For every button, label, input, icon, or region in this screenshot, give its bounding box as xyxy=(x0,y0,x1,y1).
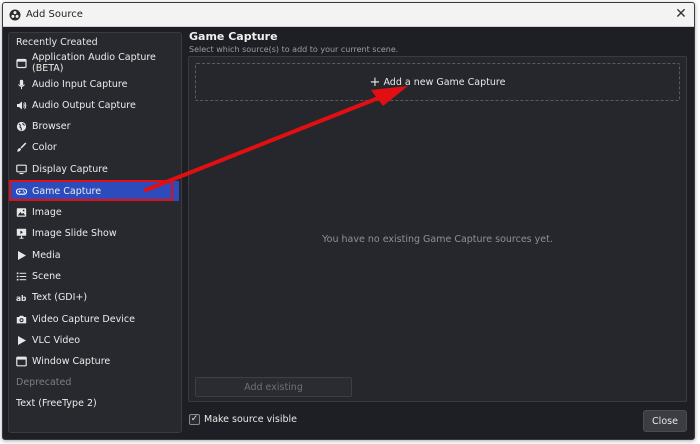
make-visible-label: Make source visible xyxy=(204,414,297,425)
list-item-label: Audio Output Capture xyxy=(32,99,136,111)
text-icon: ab xyxy=(16,292,27,303)
list-item-label: Audio Input Capture xyxy=(32,78,128,90)
list-item-image-slide-show[interactable]: Image Slide Show xyxy=(9,223,179,243)
section-recently-created: Recently Created xyxy=(16,37,98,48)
list-item-display-capture[interactable]: Display Capture xyxy=(9,159,179,179)
slideshow-icon xyxy=(16,228,27,239)
svg-text:ab: ab xyxy=(16,294,27,303)
plus-icon: + xyxy=(369,74,381,90)
list-item-audio-input-capture[interactable]: Audio Input Capture xyxy=(9,74,179,94)
page-subtitle: Select which source(s) to add to your cu… xyxy=(189,45,399,54)
list-item-text-freetype2[interactable]: Text (FreeType 2) xyxy=(9,393,179,413)
list-icon xyxy=(16,271,27,282)
add-new-source-button[interactable]: + Add a new Game Capture xyxy=(195,63,680,101)
list-item-text-gdi[interactable]: ab Text (GDI+) xyxy=(9,287,179,307)
list-item-label: Text (FreeType 2) xyxy=(16,397,97,409)
list-item-label: Application Audio Capture (BETA) xyxy=(32,52,156,74)
list-item-label: Text (GDI+) xyxy=(32,291,88,303)
list-item-label: Media xyxy=(32,249,61,261)
close-icon[interactable]: ✕ xyxy=(673,6,689,22)
add-existing-label: Add existing xyxy=(244,381,303,393)
list-item-scene[interactable]: Scene xyxy=(9,266,179,286)
list-item-label: Window Capture xyxy=(32,355,111,367)
add-existing-button[interactable]: Add existing xyxy=(195,377,352,397)
list-item-label: Color xyxy=(32,141,57,153)
annotation-highlight-box xyxy=(9,180,173,201)
make-visible-checkbox[interactable]: ✓ xyxy=(189,414,200,425)
list-item-label: Scene xyxy=(32,270,61,282)
list-item-label: VLC Video xyxy=(32,334,81,346)
list-item-audio-output-capture[interactable]: Audio Output Capture xyxy=(9,95,179,115)
section-deprecated: Deprecated xyxy=(16,377,72,388)
list-item-video-capture-device[interactable]: Video Capture Device xyxy=(9,309,179,329)
monitor-icon xyxy=(16,164,27,175)
make-visible-row[interactable]: ✓ Make source visible xyxy=(189,414,297,425)
camera-icon xyxy=(16,314,27,325)
globe-icon xyxy=(16,121,27,132)
existing-sources-panel xyxy=(188,56,687,402)
list-item-application-audio-capture[interactable]: Application Audio Capture (BETA) xyxy=(9,52,179,74)
play-icon xyxy=(16,250,27,261)
app-window-icon xyxy=(16,58,27,69)
add-new-label: Add a new Game Capture xyxy=(383,76,506,88)
empty-state-message: You have no existing Game Capture source… xyxy=(322,234,553,245)
list-item-label: Browser xyxy=(32,120,71,132)
obs-logo-icon xyxy=(9,9,21,21)
paintbrush-icon xyxy=(16,141,27,153)
list-item-window-capture[interactable]: Window Capture xyxy=(9,351,179,371)
microphone-icon xyxy=(16,79,27,90)
list-item-label: Image Slide Show xyxy=(32,227,117,239)
list-item-label: Video Capture Device xyxy=(32,313,135,325)
list-item-label: Display Capture xyxy=(32,163,108,175)
speaker-icon xyxy=(16,100,27,111)
list-item-image[interactable]: Image xyxy=(9,202,179,222)
page-title: Game Capture xyxy=(189,30,278,43)
play-icon xyxy=(16,335,27,346)
list-item-media[interactable]: Media xyxy=(9,245,179,265)
list-item-color[interactable]: Color xyxy=(9,137,179,157)
list-item-vlc-video[interactable]: VLC Video xyxy=(9,330,179,350)
window-icon xyxy=(16,356,27,367)
window-title: Add Source xyxy=(26,9,83,20)
close-button-label: Close xyxy=(652,415,678,427)
close-button[interactable]: Close xyxy=(643,410,687,432)
title-bar: Add Source ✕ xyxy=(3,3,694,27)
image-icon xyxy=(16,207,27,218)
list-item-browser[interactable]: Browser xyxy=(9,116,179,136)
list-item-label: Image xyxy=(32,206,62,218)
